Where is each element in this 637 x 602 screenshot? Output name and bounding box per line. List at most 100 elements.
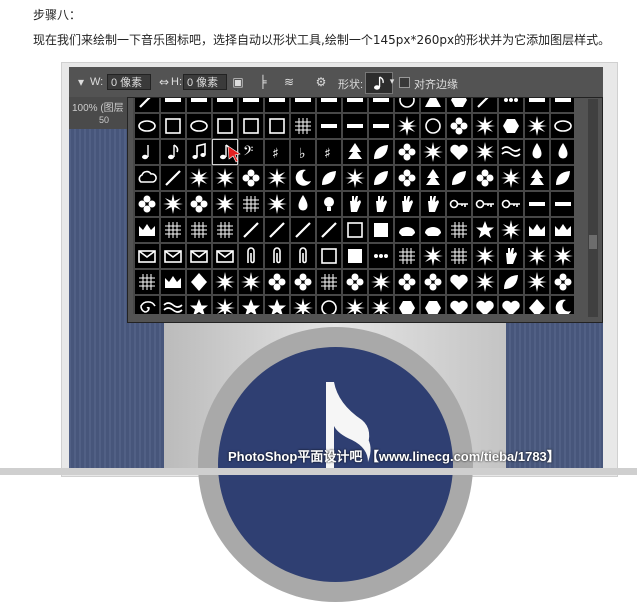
height-field[interactable]: 0 像素 (183, 74, 227, 90)
shape-swatch[interactable] (213, 192, 237, 216)
shape-swatch[interactable] (551, 98, 574, 112)
shape-swatch[interactable] (161, 140, 185, 164)
shape-swatch[interactable] (499, 166, 523, 190)
shape-swatch[interactable] (525, 296, 549, 314)
shape-swatch[interactable] (343, 166, 367, 190)
shape-swatch[interactable] (317, 98, 341, 112)
shape-swatch[interactable] (239, 98, 263, 112)
shape-swatch[interactable] (291, 218, 315, 242)
shape-swatch[interactable] (161, 166, 185, 190)
shape-swatch[interactable] (239, 218, 263, 242)
shape-swatch[interactable] (369, 140, 393, 164)
shape-swatch[interactable] (239, 296, 263, 314)
shape-swatch[interactable] (265, 114, 289, 138)
shape-swatch[interactable] (551, 166, 574, 190)
shape-swatch[interactable] (291, 270, 315, 294)
shape-swatch[interactable] (239, 192, 263, 216)
shape-swatch[interactable] (395, 270, 419, 294)
shape-swatch[interactable] (369, 166, 393, 190)
shape-swatch[interactable] (369, 114, 393, 138)
shape-swatch[interactable] (135, 244, 159, 268)
shape-swatch[interactable] (317, 270, 341, 294)
link-icon[interactable]: ⇔ (156, 74, 172, 90)
shape-swatch[interactable] (187, 98, 211, 112)
shape-swatch[interactable] (291, 98, 315, 112)
shape-swatch[interactable] (551, 244, 574, 268)
shape-swatch[interactable] (421, 192, 445, 216)
shape-swatch[interactable] (447, 98, 471, 112)
shape-swatch[interactable] (421, 296, 445, 314)
shape-swatch[interactable] (421, 114, 445, 138)
shape-swatch[interactable] (135, 98, 159, 112)
shape-swatch[interactable] (135, 218, 159, 242)
shape-swatch[interactable] (161, 296, 185, 314)
shape-swatch[interactable] (525, 218, 549, 242)
shape-swatch[interactable] (135, 270, 159, 294)
shape-swatch[interactable] (421, 98, 445, 112)
shape-swatch[interactable] (473, 192, 497, 216)
shape-swatch[interactable] (161, 270, 185, 294)
shape-swatch[interactable] (265, 218, 289, 242)
shape-swatch[interactable] (239, 114, 263, 138)
shape-swatch[interactable] (343, 270, 367, 294)
align-edges-checkbox[interactable] (399, 77, 410, 88)
path-arrangement-icon[interactable]: ≋ (281, 74, 297, 90)
shape-swatch[interactable] (525, 140, 549, 164)
shape-swatch[interactable] (369, 296, 393, 314)
shape-swatch[interactable] (187, 192, 211, 216)
shape-swatch[interactable] (525, 244, 549, 268)
shape-swatch[interactable] (265, 244, 289, 268)
shape-swatch[interactable] (369, 98, 393, 112)
shape-swatch[interactable] (291, 296, 315, 314)
shape-swatch[interactable] (447, 244, 471, 268)
shape-swatch[interactable] (135, 114, 159, 138)
shape-swatch[interactable] (265, 192, 289, 216)
shape-swatch[interactable] (525, 114, 549, 138)
shape-swatch[interactable] (421, 166, 445, 190)
shape-swatch[interactable] (317, 114, 341, 138)
shape-swatch[interactable] (473, 114, 497, 138)
shape-swatch[interactable] (213, 114, 237, 138)
shape-swatch[interactable] (265, 98, 289, 112)
shape-swatch[interactable] (213, 98, 237, 112)
shape-swatch[interactable] (421, 244, 445, 268)
shape-swatch[interactable] (343, 218, 367, 242)
shape-swatch[interactable] (187, 270, 211, 294)
shape-swatch[interactable] (161, 244, 185, 268)
shape-swatch[interactable] (525, 98, 549, 112)
shape-swatch[interactable] (447, 192, 471, 216)
shape-swatch[interactable] (525, 192, 549, 216)
chevron-down-icon[interactable]: ▾ (384, 74, 400, 90)
shape-swatch[interactable] (421, 270, 445, 294)
shape-swatch[interactable] (499, 140, 523, 164)
shape-swatch[interactable] (473, 296, 497, 314)
shape-swatch[interactable] (187, 140, 211, 164)
shape-swatch[interactable] (161, 192, 185, 216)
shape-swatch[interactable] (187, 166, 211, 190)
shape-swatch[interactable] (421, 140, 445, 164)
shape-swatch[interactable] (369, 192, 393, 216)
path-operations-icon[interactable]: ▣ (230, 74, 246, 90)
shape-swatch[interactable] (395, 166, 419, 190)
shape-swatch[interactable] (395, 192, 419, 216)
shape-swatch[interactable] (447, 270, 471, 294)
shape-swatch[interactable] (343, 244, 367, 268)
shape-swatch[interactable] (343, 98, 367, 112)
shape-swatch[interactable] (187, 218, 211, 242)
shape-swatch[interactable] (551, 218, 574, 242)
shape-swatch[interactable] (499, 270, 523, 294)
shape-swatch[interactable] (395, 218, 419, 242)
path-alignment-icon[interactable]: ╞ (255, 74, 271, 90)
shape-swatch[interactable] (291, 244, 315, 268)
shape-swatch[interactable] (499, 244, 523, 268)
shape-swatch[interactable] (369, 244, 393, 268)
shape-swatch[interactable] (473, 218, 497, 242)
shape-swatch[interactable] (317, 192, 341, 216)
shape-swatch[interactable] (317, 296, 341, 314)
tool-preset-dropdown[interactable]: ▾ (73, 74, 89, 90)
shape-swatch[interactable] (525, 166, 549, 190)
shape-swatch[interactable] (473, 270, 497, 294)
shape-swatch[interactable] (499, 218, 523, 242)
shape-swatch[interactable] (213, 166, 237, 190)
shape-swatch[interactable] (161, 98, 185, 112)
